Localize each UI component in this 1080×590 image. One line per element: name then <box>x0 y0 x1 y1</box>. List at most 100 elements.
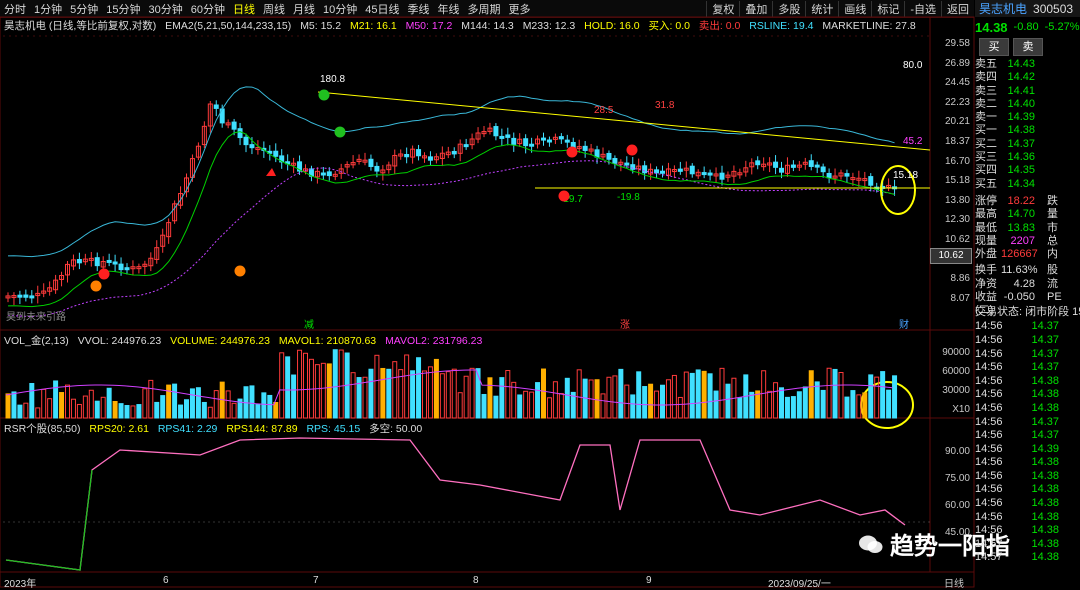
dot-grid <box>723 35 725 37</box>
rsr-baseline-dot <box>778 521 780 523</box>
rsr-baseline-dot <box>833 521 835 523</box>
rsr-baseline-dot <box>498 521 500 523</box>
stats-block-2: 换手 11.63% 股净资 4.28 流收益(二) -0.050 PE <box>975 264 1080 316</box>
tick-price: 14.38 <box>1031 497 1059 510</box>
rsr-legend: RSR个股(85,50) RPS20: 2.61 RPS41: 2.29 RPS… <box>4 421 428 436</box>
axis-label: 90.00 <box>944 446 970 457</box>
volume-bar <box>535 382 541 419</box>
dot-grid <box>165 35 167 37</box>
axis-label: 8.07 <box>950 292 970 304</box>
dot-grid <box>861 35 863 37</box>
candle-body <box>273 150 279 157</box>
candle-body <box>814 164 820 168</box>
dot-grid <box>699 35 701 37</box>
volume-bar <box>784 396 790 419</box>
rsr-baseline-dot <box>493 521 495 523</box>
dot-grid <box>303 35 305 37</box>
rsr-baseline-dot <box>8 521 10 523</box>
volume-bar <box>725 383 731 419</box>
sell-button[interactable]: 卖 <box>1013 38 1043 56</box>
volume-bar <box>671 374 677 419</box>
tick-row: 14:57 14.38 <box>975 551 1080 565</box>
ma-long-line <box>7 160 895 318</box>
panel-row: 买五 14.34 <box>975 178 1080 191</box>
rsr-baseline-dot <box>463 521 465 523</box>
tick-time: 14:57 <box>975 537 1003 550</box>
rsr-baseline-dot <box>303 521 305 523</box>
date-label: 2023年 <box>4 579 37 590</box>
rsr-baseline-dot <box>478 521 480 523</box>
rsr-baseline-dot <box>73 521 75 523</box>
volume-bar <box>130 405 136 419</box>
rsr-baseline-dot <box>198 521 200 523</box>
dot-grid <box>717 35 719 37</box>
dot-grid <box>759 35 761 37</box>
rsr-baseline-dot <box>518 521 520 523</box>
tick-time: 14:56 <box>975 388 1003 401</box>
vvol-label: VVOL: 244976.23 <box>77 335 162 347</box>
rsr-baseline-dot <box>578 521 580 523</box>
candle-body <box>541 137 546 141</box>
dot-grid <box>795 35 797 37</box>
dot-grid <box>69 35 71 37</box>
rsr-baseline-dot <box>843 521 845 523</box>
candle-body <box>844 173 850 177</box>
dot-grid <box>21 35 23 37</box>
volume-bar <box>826 367 832 419</box>
volume-bar <box>11 391 17 419</box>
dot-grid <box>915 35 917 37</box>
rsr-baseline-dot <box>138 521 140 523</box>
candle-body <box>773 161 779 168</box>
volume-bar <box>392 361 398 419</box>
dot-grid <box>783 35 785 37</box>
signal-icon-green <box>334 126 346 138</box>
rsr-baseline-dot <box>68 521 70 523</box>
rsr-baseline-dot <box>873 521 875 523</box>
chart-canvas[interactable]: 180.828.5 31.845.280.0-19.7 -19.815.18昊到未来… <box>0 0 975 589</box>
row-label: 卖一 <box>975 111 997 124</box>
rsr-baseline-dot <box>523 521 525 523</box>
row-value: 14.37 <box>1007 137 1035 150</box>
row-extra: 流 <box>1047 277 1058 290</box>
volume-bar <box>124 405 130 419</box>
tick-price: 14.38 <box>1031 551 1059 564</box>
chart-note: 45.2 <box>903 136 923 147</box>
event-marker: 涨 <box>620 319 630 331</box>
rsr-baseline-dot <box>723 521 725 523</box>
buy-button[interactable]: 买 <box>979 38 1009 56</box>
rsr-baseline-dot <box>793 521 795 523</box>
rsr-baseline-dot <box>178 521 180 523</box>
tick-price: 14.38 <box>1031 537 1059 550</box>
tick-time: 14:56 <box>975 347 1003 360</box>
tick-time: 14:56 <box>975 483 1003 496</box>
volume-bar <box>624 384 630 419</box>
volume-bar <box>552 381 558 419</box>
dot-grid <box>615 35 617 37</box>
row-value: 13.83 <box>1007 221 1035 234</box>
rsr-baseline-dot <box>763 521 765 523</box>
candle-body <box>249 144 255 149</box>
volume-bar <box>136 404 142 419</box>
dot-grid <box>813 35 815 37</box>
volume-bar <box>749 391 755 419</box>
rsr-baseline-dot <box>738 521 740 523</box>
candle-body <box>868 176 874 186</box>
rsr-baseline-dot <box>398 521 400 523</box>
dot-grid <box>579 35 581 37</box>
panel-row: 买三 14.36 <box>975 151 1080 164</box>
rsr-baseline-dot <box>683 521 685 523</box>
dot-grid <box>399 35 401 37</box>
volume-bar <box>273 402 279 419</box>
price-change: -0.80 <box>1013 21 1039 33</box>
period-label: 日线 <box>944 579 964 590</box>
dot-grid <box>243 35 245 37</box>
rsr-baseline-dot <box>533 521 535 523</box>
candle-body <box>404 153 410 158</box>
tick-time: 14:56 <box>975 429 1003 442</box>
rsr-baseline-dot <box>453 521 455 523</box>
tick-price: 14.38 <box>1031 388 1059 401</box>
rsr-baseline-dot <box>208 521 210 523</box>
volume-bar <box>380 367 386 419</box>
tick-row: 14:57 14.38 <box>975 538 1080 552</box>
tick-price: 14.38 <box>1031 510 1059 523</box>
